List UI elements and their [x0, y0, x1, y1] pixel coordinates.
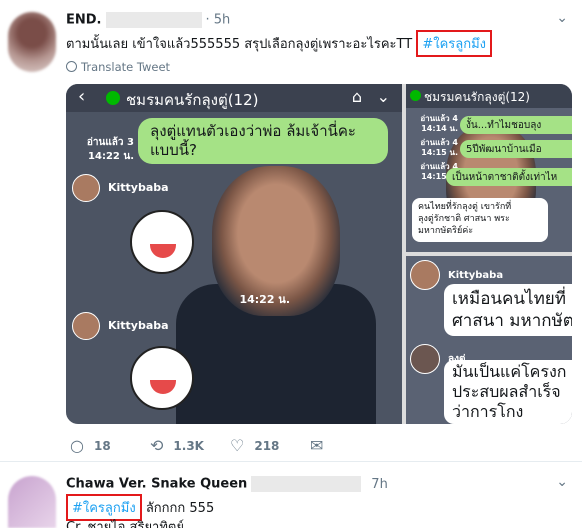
tweet-text-line: Cr. ชายไจ สุริยาทิตย์ — [66, 520, 184, 528]
message-icon: ✉ — [310, 436, 324, 455]
like-button[interactable]: ♡ 218 — [230, 436, 279, 455]
bubble-line: มันเป็นแค่โครงก — [452, 362, 567, 381]
reply-button[interactable]: ○ 18 — [70, 436, 111, 455]
bubble-line: แบบนี้? — [150, 141, 197, 159]
media-image-bottom-right[interactable]: Kittybaba เหมือนคนไทยที่ ศาสนา มหากษัต ล… — [406, 256, 572, 424]
globe-icon — [66, 61, 77, 72]
bubble-line: ประสบผลสำเร็จ — [452, 382, 561, 401]
media-image-main[interactable]: ‹ ชมรมคนรักลุงตู่(12) ⌂ ⌄ อ่านแล้ว 3 14:… — [66, 84, 402, 424]
chat-username: Kittybaba — [108, 319, 169, 332]
chat-username: Kittybaba — [108, 181, 169, 194]
read-time: 14:22 น. — [88, 151, 134, 162]
author-name[interactable]: Chawa Ver. Snake Queen — [66, 477, 247, 492]
like-icon: ♡ — [230, 436, 245, 455]
bubble-line: คนไทยที่รักลุงตู่ เขารักที่ — [418, 202, 512, 212]
chat-bubble: คนไทยที่รักลุงตู่ เขารักที่ ลุงตู่รักชาต… — [412, 198, 548, 242]
bubble-line: ลุงตู่รักชาติ ศาสนา พระ — [418, 214, 510, 224]
chat-user-row: Kittybaba — [72, 174, 169, 202]
bubble-line: ว่าการโกง — [452, 402, 524, 421]
home-icon: ⌂ — [351, 87, 362, 106]
chat-header: ‹ ชมรมคนรักลุงตู่(12) ⌂ ⌄ — [66, 84, 402, 112]
line-app-icon — [410, 90, 421, 101]
chat-title: ชมรมคนรักลุงตู่(12) — [126, 91, 259, 109]
retweet-count: 1.3K — [173, 438, 204, 453]
retweet-button[interactable]: ⟲ 1.3K — [150, 436, 204, 455]
avatar — [410, 260, 440, 290]
read-receipt: อ่านแล้ว 3 14:22 น. — [74, 136, 134, 164]
chat-bubble: มันเป็นแค่โครงก ประสบผลสำเร็จ ว่าการโกง — [444, 360, 572, 424]
bubble-line: มหากษัตริย์ค่ะ — [418, 226, 474, 236]
chat-user-row: Kittybaba — [72, 312, 169, 340]
blurred-handle — [251, 476, 362, 492]
media-image-top-right[interactable]: ชมรมคนรักลุงตู่(12) อ่านแล้ว 4 14:14 น. … — [406, 84, 572, 252]
chat-username: Kittybaba — [448, 270, 504, 281]
author-name[interactable]: END. — [66, 13, 102, 28]
translate-label: Translate Tweet — [81, 60, 171, 74]
sticker-image — [130, 210, 194, 274]
chat-bubble: เหมือนคนไทยที่ ศาสนา มหากษัต — [444, 284, 572, 336]
tweet-actions: ○ 18 ⟲ 1.3K ♡ 218 ✉ — [66, 436, 546, 458]
read-receipt: อ่านแล้ว 4 14:14 น. — [410, 114, 458, 134]
bubble-line: ลุงตู่แทนตัวเองว่าพ่อ ล้มเจ้านี่คะ — [150, 122, 356, 140]
timestamp[interactable]: 7h — [371, 477, 388, 492]
like-count: 218 — [254, 438, 280, 453]
chat-title: ชมรมคนรักลุงตู่(12) — [424, 90, 530, 104]
bubble-line: ศาสนา มหากษัต — [452, 311, 572, 331]
chevron-down-icon[interactable]: ⌄ — [556, 474, 568, 490]
tweet-header: Chawa Ver. Snake Queen 7h — [66, 476, 388, 492]
chat-bubble: งั้น...ทำไมชอบลุง — [460, 116, 572, 134]
retweet-icon: ⟲ — [150, 436, 164, 455]
tweet-header: END. · 5h — [66, 12, 230, 28]
tweet-text: ตามนั้นเลย เข้าใจแล้ว555555 สรุปเลือกลุง… — [66, 30, 493, 57]
avatar — [72, 174, 100, 202]
chat-bubble: 5ปีพัฒนาบ้านเมือ — [460, 140, 572, 158]
blurred-handle — [105, 12, 202, 28]
hashtag-link[interactable]: #ใครลูกมึง — [416, 30, 493, 57]
tweet[interactable]: END. · 5h ⌄ ตามนั้นเลย เข้าใจแล้ว555555 ส… — [0, 0, 582, 462]
chat-bubble: เป็นหน้าตาชาติตั้งเท่าไห — [446, 168, 572, 186]
avatar — [72, 312, 100, 340]
avatar[interactable] — [8, 476, 56, 528]
chevron-down-icon[interactable]: ⌄ — [556, 10, 568, 26]
timestamp[interactable]: · 5h — [206, 13, 231, 28]
tweet-media-grid[interactable]: ‹ ชมรมคนรักลุงตู่(12) ⌂ ⌄ อ่านแล้ว 3 14:… — [66, 84, 572, 424]
photo-time: 14:22 น. — [239, 293, 290, 306]
sticker-image — [130, 346, 194, 410]
reply-icon: ○ — [70, 436, 84, 455]
read-time: 14:14 น. — [421, 124, 458, 133]
chat-header: ชมรมคนรักลุงตู่(12) — [406, 84, 572, 108]
read-label: อ่านแล้ว 4 — [420, 138, 458, 147]
tweet-body: ลักกกก 555 — [145, 501, 215, 516]
back-arrow-icon: ‹ — [78, 86, 86, 107]
avatar[interactable] — [8, 12, 56, 72]
tweet-body: ตามนั้นเลย เข้าใจแล้ว555555 สรุปเลือกลุง… — [66, 37, 413, 52]
message-button[interactable]: ✉ — [310, 436, 333, 455]
chevron-down-icon: ⌄ — [376, 87, 390, 106]
chat-bubble: ลุงตู่แทนตัวเองว่าพ่อ ล้มเจ้านี่คะ แบบนี… — [138, 118, 388, 164]
tweet[interactable]: Chawa Ver. Snake Queen 7h ⌄ #ใครลูกมึง ลั… — [0, 462, 582, 528]
read-label: อ่านแล้ว 3 — [86, 137, 134, 148]
line-app-icon — [106, 91, 120, 105]
read-label: อ่านแล้ว 4 — [420, 114, 458, 123]
bubble-line: เหมือนคนไทยที่ — [452, 289, 566, 309]
avatar — [410, 344, 440, 374]
reply-count: 18 — [93, 438, 111, 453]
translate-tweet-link[interactable]: Translate Tweet — [66, 60, 170, 74]
read-time: 14:15 น. — [421, 148, 458, 157]
read-receipt: อ่านแล้ว 4 14:15 น. — [410, 138, 458, 158]
